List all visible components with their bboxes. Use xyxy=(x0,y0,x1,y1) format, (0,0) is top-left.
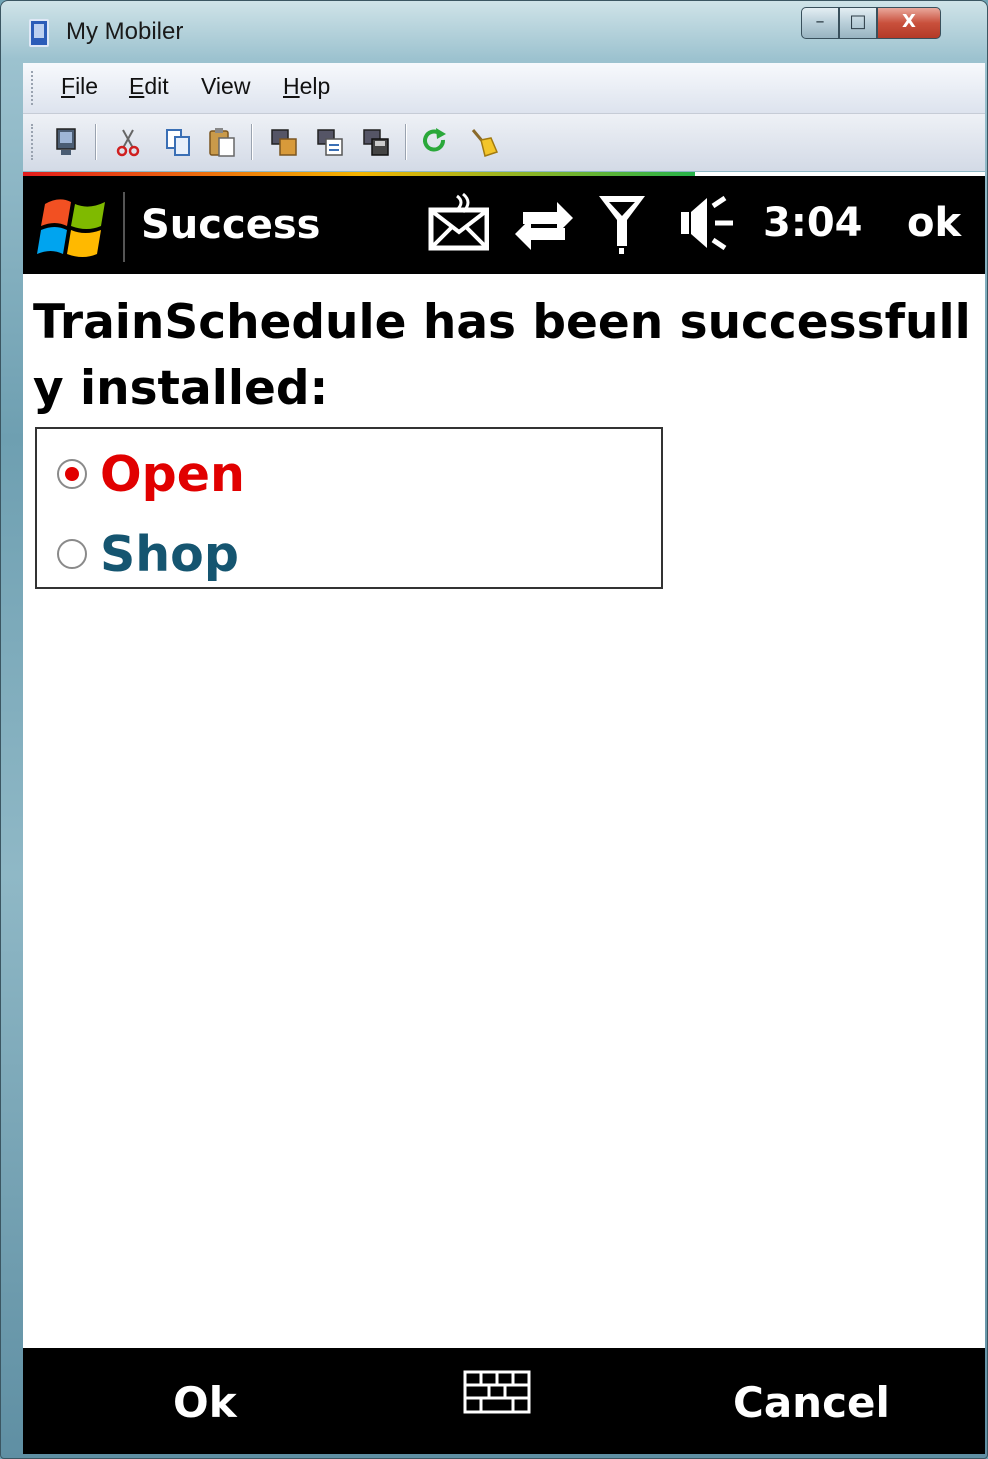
softkey-bar: Ok Cancel xyxy=(23,1348,985,1454)
window-title: My Mobiler xyxy=(66,18,184,45)
softkey-cancel[interactable]: Cancel xyxy=(733,1378,890,1427)
paste-icon[interactable] xyxy=(207,126,237,158)
volume-icon[interactable] xyxy=(677,192,739,254)
clock[interactable]: 3:04 xyxy=(763,200,863,246)
menu-grip xyxy=(31,71,36,105)
install-message: TrainSchedule has been successfully inst… xyxy=(33,295,971,416)
refresh-icon[interactable] xyxy=(419,126,449,158)
signal-icon[interactable] xyxy=(591,192,653,254)
phone-screen: Success 3:04 ok TrainSchedule has been s… xyxy=(23,172,985,1454)
maximize-icon: □ xyxy=(849,11,867,32)
menu-edit[interactable]: Edit xyxy=(129,73,169,100)
windows-start-icon[interactable] xyxy=(35,194,111,262)
screen-paste-icon[interactable] xyxy=(315,126,345,158)
minimize-button[interactable]: – xyxy=(801,7,839,39)
ok-button[interactable]: ok xyxy=(907,200,961,246)
mobiler-window: My Mobiler – □ X File Edit View Help Suc… xyxy=(0,0,988,1459)
minimize-icon: – xyxy=(815,11,825,32)
menu-help[interactable]: Help xyxy=(283,73,330,100)
device-icon[interactable] xyxy=(51,126,81,158)
radio-open[interactable] xyxy=(57,459,87,489)
toolbar-grip xyxy=(31,124,36,160)
cut-icon[interactable] xyxy=(113,126,143,158)
clear-icon[interactable] xyxy=(469,126,499,158)
app-icon xyxy=(29,19,49,47)
menu-view[interactable]: View xyxy=(201,73,250,100)
notification-icon[interactable] xyxy=(427,192,489,254)
menu-file[interactable]: File xyxy=(61,73,98,100)
copy-icon[interactable] xyxy=(163,126,193,158)
title-bar[interactable]: My Mobiler – □ X xyxy=(1,1,988,61)
option-open-label: Open xyxy=(100,446,245,503)
screen-copy-icon[interactable] xyxy=(269,126,299,158)
keyboard-icon[interactable] xyxy=(463,1370,531,1414)
close-icon: X xyxy=(902,11,916,32)
options-box: Open Shop xyxy=(35,427,663,589)
logo-divider xyxy=(123,192,125,262)
toolbar-separator xyxy=(251,124,253,160)
toolbar-separator xyxy=(405,124,407,160)
menu-bar: File Edit View Help xyxy=(23,63,985,114)
radio-shop[interactable] xyxy=(57,539,87,569)
status-title: Success xyxy=(141,202,321,248)
screen-save-icon[interactable] xyxy=(361,126,391,158)
toolbar xyxy=(23,114,985,171)
status-bar: Success 3:04 ok xyxy=(23,176,985,274)
sync-icon[interactable] xyxy=(513,192,575,254)
softkey-ok[interactable]: Ok xyxy=(173,1378,237,1427)
close-button[interactable]: X xyxy=(877,7,941,39)
toolbar-separator xyxy=(95,124,97,160)
option-shop-label: Shop xyxy=(100,526,239,583)
maximize-button[interactable]: □ xyxy=(839,7,877,39)
